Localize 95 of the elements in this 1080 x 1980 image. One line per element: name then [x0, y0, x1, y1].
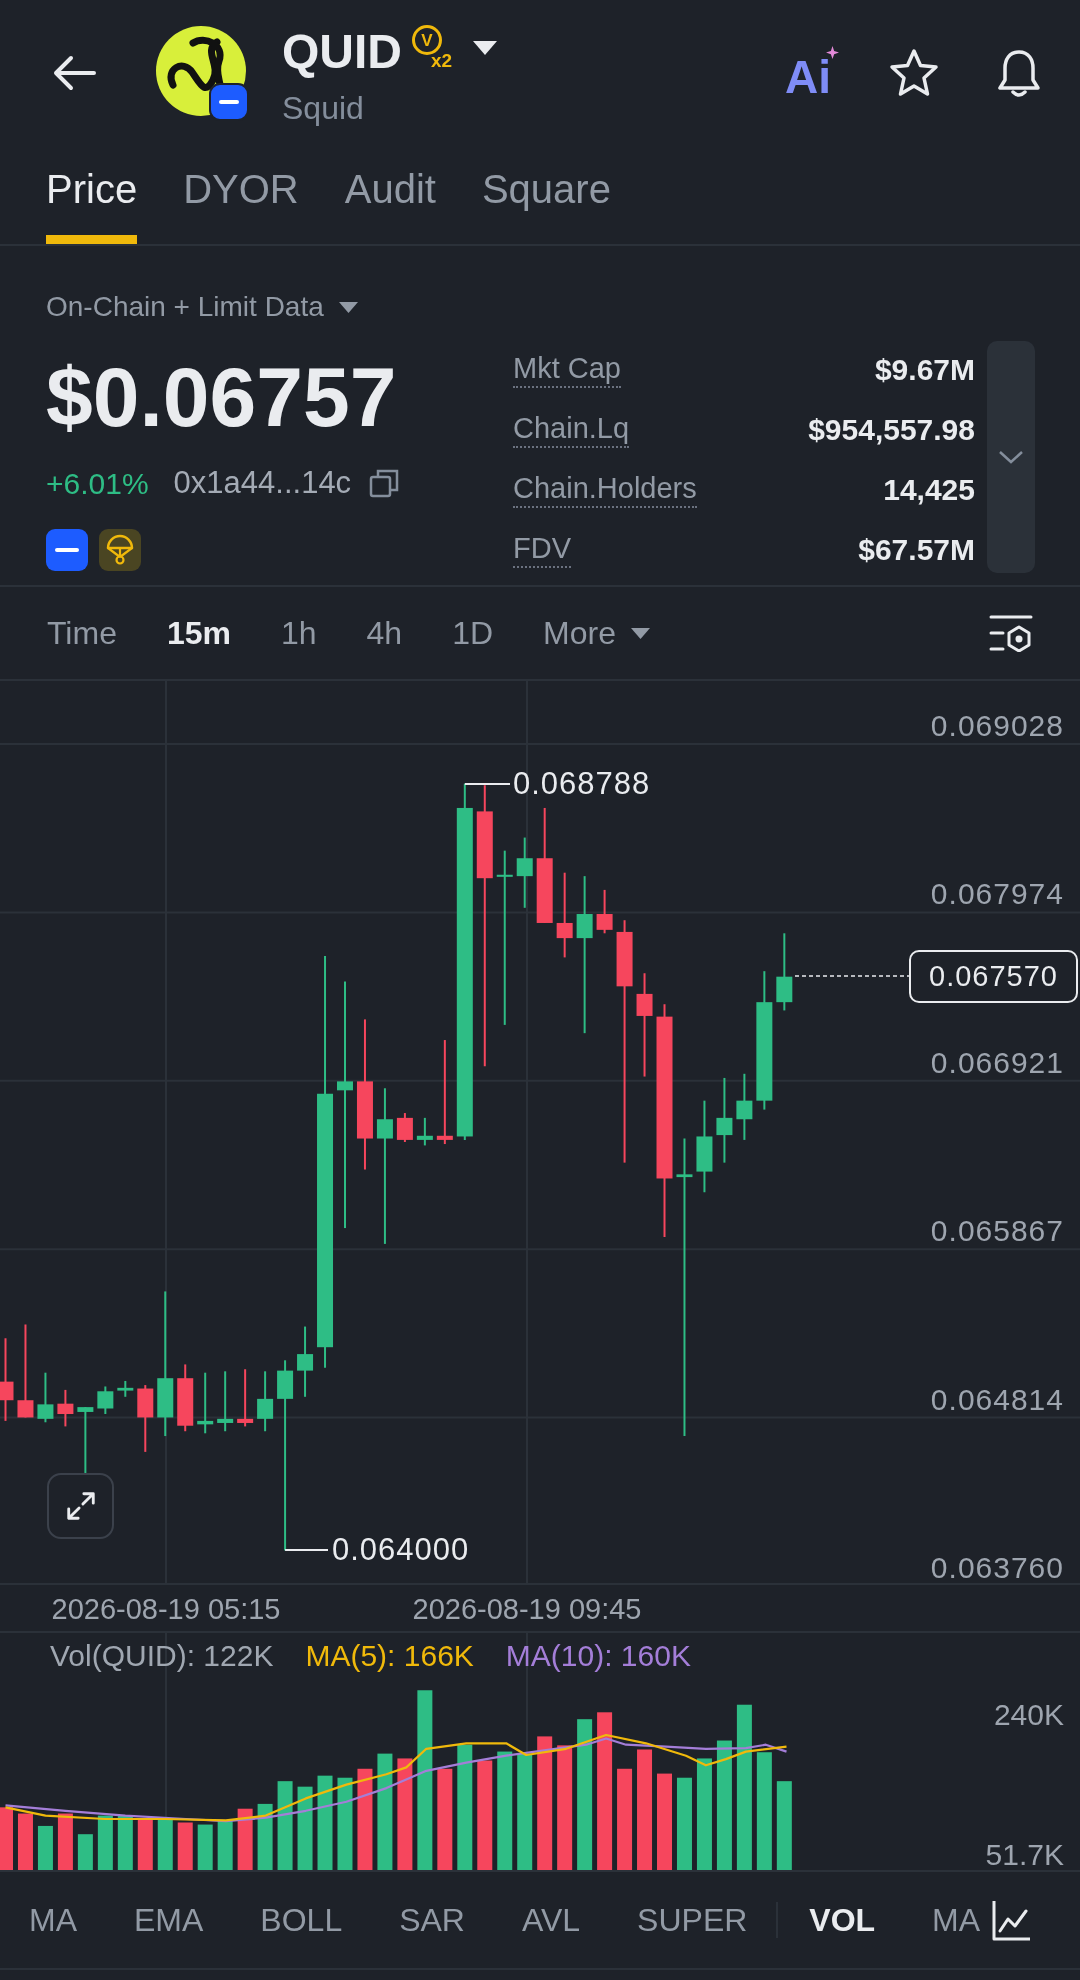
- candle: [217, 1370, 234, 1433]
- caret-icon: [629, 626, 651, 640]
- ma-legend-label: MA(5): 166K: [305, 1639, 474, 1673]
- stat-label: Chain.Holders: [513, 470, 697, 508]
- volume-bar: [157, 1819, 173, 1870]
- candle: [736, 1072, 753, 1141]
- indicator-tab[interactable]: MA: [29, 1902, 77, 1938]
- candle: [596, 888, 613, 935]
- dash-badge-icon: [46, 529, 88, 571]
- candle: [257, 1370, 274, 1433]
- parachute-icon: [99, 529, 141, 571]
- candle: [137, 1384, 154, 1453]
- star-icon[interactable]: [888, 48, 940, 98]
- candle: [117, 1379, 134, 1398]
- candle: [197, 1371, 214, 1435]
- stat-value: 14,425: [883, 471, 975, 508]
- volume-bar: [37, 1825, 53, 1870]
- copy-icon[interactable]: [369, 468, 400, 498]
- volume-bar: [117, 1815, 133, 1870]
- volume-axis-label: 240K: [993, 1699, 1064, 1731]
- volume-bar: [237, 1808, 253, 1870]
- candle: [57, 1388, 74, 1428]
- tab[interactable]: DYOR: [183, 160, 299, 244]
- stat-label: Chain.Lq: [513, 410, 630, 448]
- data-source-dropdown[interactable]: On-Chain + Limit Data: [46, 287, 359, 327]
- stat-value: $67.57M: [858, 531, 975, 568]
- volume-bar: [57, 1813, 73, 1870]
- tab[interactable]: Price: [46, 160, 138, 244]
- indicator-tab[interactable]: MA: [932, 1902, 981, 1938]
- volume-axis-label: 51.7K: [985, 1839, 1064, 1871]
- caret-icon: [337, 300, 359, 314]
- timeframe-tab[interactable]: 15m: [166, 609, 231, 657]
- volume-bar: [257, 1803, 273, 1870]
- price-axis-label: 0.066921: [930, 1046, 1064, 1079]
- chevron-down-icon: [998, 450, 1024, 464]
- price-leader-line: [284, 1549, 329, 1551]
- stat-label: Mkt Cap: [513, 350, 621, 388]
- indicator-tab[interactable]: AVL: [521, 1902, 581, 1938]
- volume-bar: [177, 1822, 193, 1870]
- tab[interactable]: Audit: [344, 160, 436, 244]
- indicator-tab[interactable]: VOL: [809, 1902, 876, 1938]
- volume-bar: [137, 1819, 153, 1870]
- volume-bar: [217, 1820, 233, 1870]
- line-chart-icon[interactable]: [991, 1899, 1031, 1941]
- volume-bar: [97, 1815, 113, 1870]
- price-axis-label: 0.067974: [930, 878, 1064, 911]
- high-price-label: 0.068788: [513, 767, 651, 801]
- ma-legend-label: MA(10): 160K: [505, 1639, 691, 1673]
- back-arrow-icon[interactable]: [52, 55, 96, 91]
- timeframe-tab[interactable]: 4h: [366, 609, 403, 657]
- time-axis-label: 2026-08-19 05:15: [51, 1593, 281, 1625]
- timeframe-tab[interactable]: More: [543, 609, 651, 657]
- stat-value: $9.67M: [874, 351, 975, 388]
- indicator-tab[interactable]: SAR: [399, 1902, 465, 1938]
- stat-label: FDV: [513, 530, 571, 568]
- volume-bar: [77, 1834, 93, 1870]
- indicator-tab[interactable]: BOLL: [260, 1902, 343, 1938]
- timeframe-tab[interactable]: 1h: [280, 609, 317, 657]
- stat-value: $954,557.98: [808, 411, 975, 448]
- indicator-tab[interactable]: SUPER: [637, 1902, 748, 1938]
- candle: [416, 1116, 433, 1147]
- price-axis-label: 0.069028: [930, 710, 1064, 742]
- price-change: +6.01%: [46, 465, 149, 502]
- candle: [237, 1368, 254, 1428]
- candle: [37, 1371, 54, 1424]
- token-symbol: QUID: [282, 28, 402, 76]
- timeframe-tab[interactable]: Time: [47, 609, 117, 657]
- price-leader-line: [463, 783, 511, 785]
- ai-button[interactable]: Ai: [785, 46, 839, 100]
- level-badge: V: [412, 25, 442, 55]
- price-value: $0.06757: [46, 355, 397, 439]
- tab[interactable]: Square: [481, 160, 611, 244]
- dash-badge-icon: [209, 83, 249, 121]
- candle: [177, 1363, 194, 1433]
- low-price-label: 0.064000: [332, 1533, 470, 1567]
- price-axis-label: 0.065867: [930, 1215, 1064, 1248]
- volume-bar: [197, 1824, 213, 1870]
- volume-legend-label: Vol(QUID): 122K: [50, 1639, 274, 1673]
- bell-icon[interactable]: [995, 48, 1043, 98]
- last-price-label: 0.067570: [909, 950, 1078, 1003]
- price-axis-label: 0.063760: [930, 1552, 1064, 1584]
- expand-button[interactable]: [47, 1473, 114, 1539]
- chart-settings-icon[interactable]: [989, 614, 1033, 652]
- sparkle-icon: [826, 46, 839, 59]
- indicator-tab[interactable]: EMA: [134, 1902, 204, 1938]
- contract-address: 0x1a44...14c: [173, 463, 352, 502]
- time-axis-label: 2026-08-19 09:45: [412, 1593, 642, 1625]
- timeframe-tab[interactable]: 1D: [452, 609, 494, 657]
- volume-bar: [17, 1813, 33, 1870]
- dropdown-caret-icon[interactable]: [472, 40, 498, 56]
- candle: [97, 1385, 114, 1415]
- price-axis-label: 0.064814: [930, 1383, 1064, 1416]
- token-name: Squid: [282, 92, 365, 124]
- volume-bar: [0, 1807, 13, 1870]
- candle: [396, 1112, 413, 1143]
